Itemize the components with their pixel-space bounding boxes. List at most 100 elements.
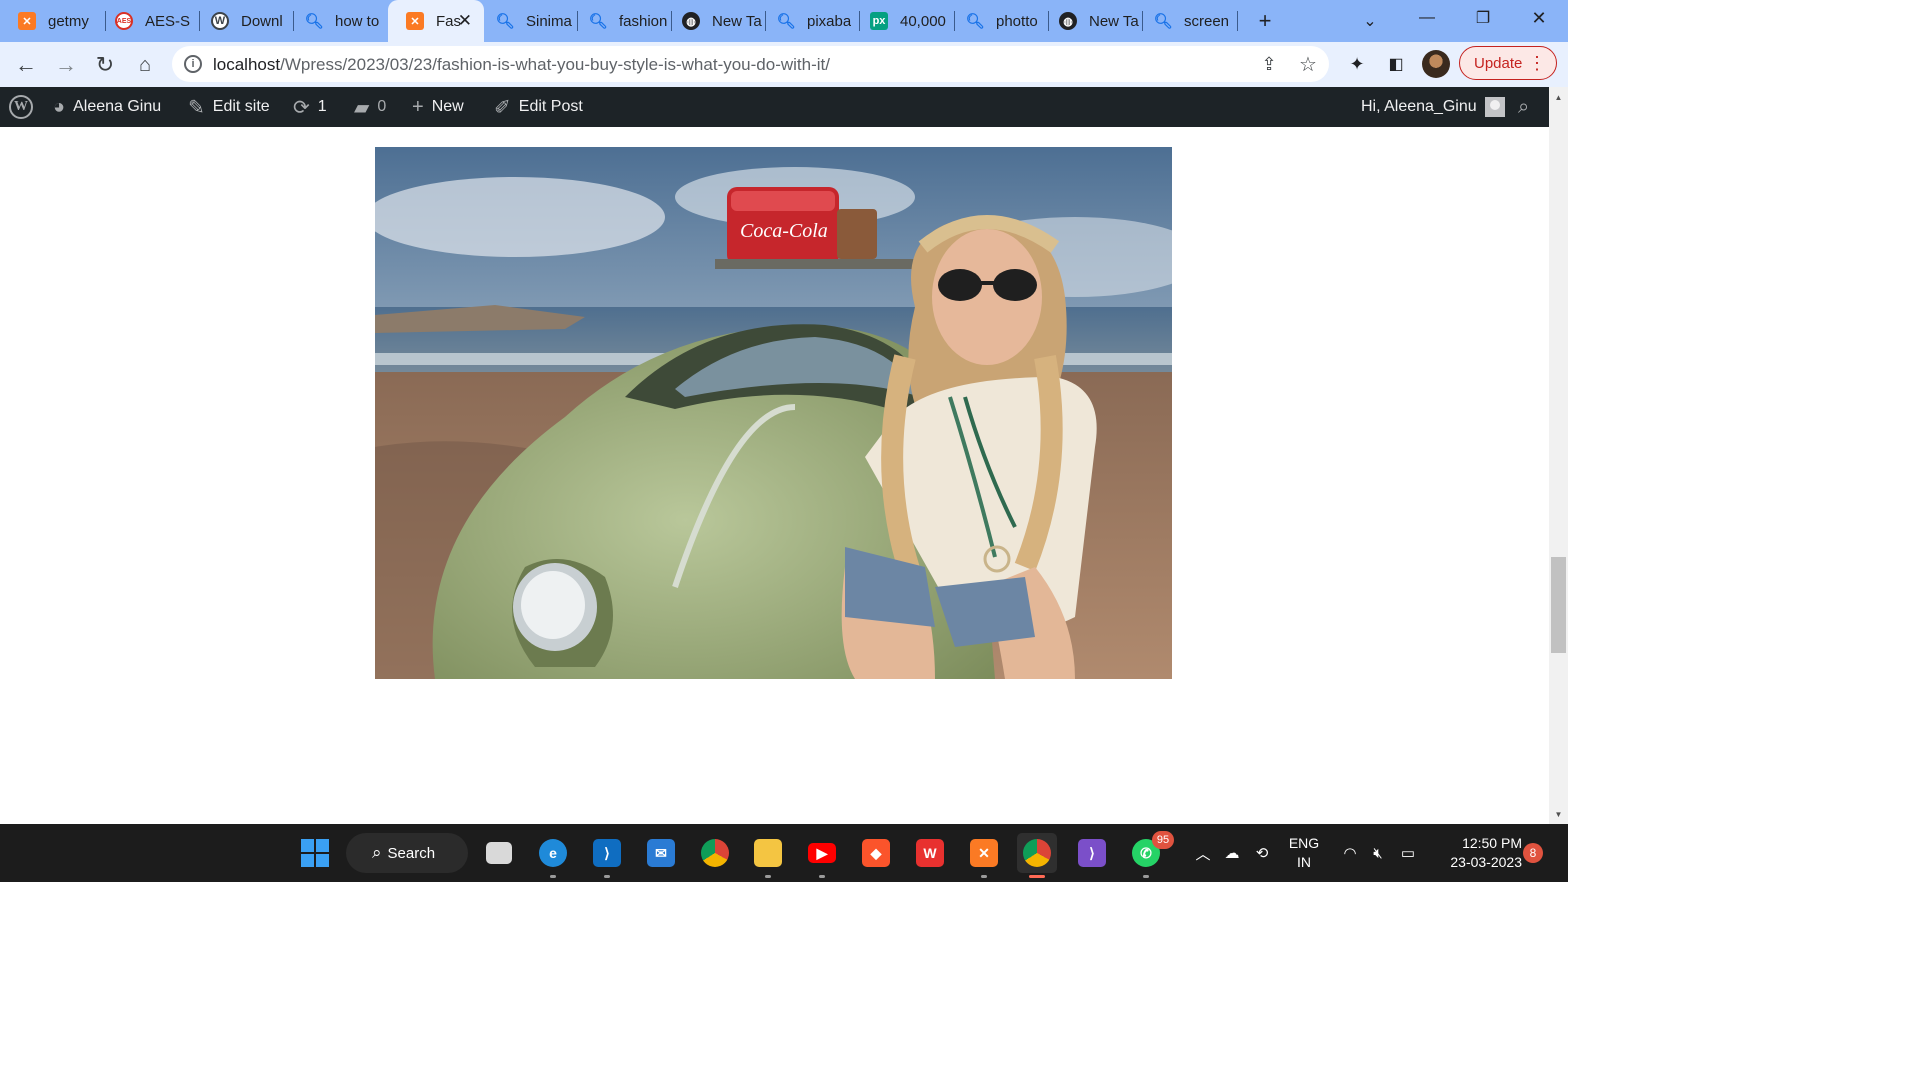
taskbar-mail[interactable]: ✉ [641,833,681,873]
post-content: Coca-Cola [0,127,1549,824]
scroll-down-arrow-icon[interactable]: ▼ [1549,806,1568,822]
volume-muted-icon[interactable]: 🔇︎ [1366,824,1390,882]
taskbar-visual-studio[interactable]: ⟩ [1072,833,1112,873]
edge-icon: e [539,839,567,867]
new-content-menu[interactable]: + New [412,87,464,127]
extensions-puzzle-icon[interactable]: ✦ [1343,50,1371,78]
task-view-button[interactable] [479,833,519,873]
sync-icon[interactable]: ⟲ [1250,824,1274,882]
chrome-icon [701,839,729,867]
tab-getmy[interactable]: ✕ getmy [0,0,104,42]
tab-search-chevron-icon[interactable]: ⌄ [1357,8,1383,34]
search-icon: 🔍︎ [776,13,796,30]
start-button[interactable] [295,833,335,873]
tab-pixabay[interactable]: 🔍︎ pixaba [759,0,855,42]
tab-how-to[interactable]: 🔍︎ how to [287,0,387,42]
battery-icon[interactable]: ▭ [1396,824,1420,882]
forward-arrow-icon[interactable]: → [51,50,81,80]
edit-post-label: Edit Post [518,98,583,115]
vscode-icon: ⟩ [593,839,621,867]
url-path: /Wpress/2023/03/23/fashion-is-what-you-b… [280,55,830,74]
site-info-icon[interactable]: i [184,55,202,73]
running-indicator [604,875,610,878]
site-name-menu[interactable]: ◕ Aleena Ginu [53,87,161,127]
wifi-icon[interactable]: ◠ [1338,824,1362,882]
tab-fashion-active[interactable]: ✕ Fas ✕ [388,0,484,42]
wp-menu[interactable]: W [9,87,33,127]
tab-pexels[interactable]: px 40,000 [852,0,952,42]
new-label: New [431,98,464,115]
onedrive-cloud-icon[interactable]: ☁ [1220,824,1244,882]
notification-badge[interactable]: 8 [1523,843,1543,863]
taskbar-xampp[interactable]: ✕ [964,833,1004,878]
brave-icon: ◆ [862,839,890,867]
share-icon[interactable]: ⇪ [1257,52,1281,76]
search-icon: 🔍︎ [588,13,608,30]
taskbar-youtube[interactable]: ▶ [802,833,842,878]
show-hidden-icons-chevron-icon[interactable]: ︿ [1192,824,1214,882]
scroll-thumb[interactable] [1551,557,1566,653]
admin-search[interactable]: ⌕ [1518,87,1529,127]
search-icon: 🔍︎ [495,13,515,30]
taskbar-edge[interactable]: e [533,833,573,878]
tab-title: photto [996,12,1038,30]
tab-title: 40,000 [900,12,946,30]
reload-icon[interactable]: ↻ [90,50,120,80]
side-panel-icon[interactable]: ◧ [1382,50,1410,78]
taskbar-search[interactable]: ⌕ Search [346,833,468,873]
tab-download[interactable]: W Downl [193,0,293,42]
update-button[interactable]: Update ⋮ [1459,46,1557,80]
home-icon[interactable]: ⌂ [130,50,160,80]
edit-post-link[interactable]: ✐ Edit Post [494,87,583,127]
taskbar-file-explorer[interactable] [748,833,788,878]
updates-link[interactable]: ⟳ 1 [293,87,327,127]
window-close-icon[interactable]: ✕ [1511,0,1567,36]
my-account-menu[interactable]: Hi, Aleena_Ginu [1361,87,1505,127]
tab-new-tab-2[interactable]: ◍ New Ta [1041,0,1141,42]
page-scrollbar[interactable]: ▲ ▼ [1549,87,1568,824]
edit-site-link[interactable]: ✎ Edit site [188,87,270,127]
search-icon: ⌕ [1518,95,1530,118]
running-indicator [550,875,556,878]
taskbar-wps[interactable]: W [910,833,950,873]
minimize-icon[interactable]: — [1399,0,1455,36]
taskbar-whatsapp[interactable]: ✆ 95 [1126,831,1174,878]
url-text[interactable]: localhost/Wpress/2023/03/23/fashion-is-w… [213,55,830,75]
tab-aes[interactable]: AES AES-S [97,0,197,42]
tab-fashion-search[interactable]: 🔍︎ fashion [571,0,667,42]
comments-link[interactable]: ▰ 0 [354,87,386,127]
taskbar-vscode[interactable]: ⟩ [587,833,627,878]
address-bar[interactable]: i localhost/Wpress/2023/03/23/fashion-is… [172,46,1329,82]
close-tab-icon[interactable]: ✕ [458,11,472,31]
tab-separator [1237,11,1238,31]
more-menu-icon[interactable]: ⋮ [1528,53,1546,73]
update-label: Update [1474,54,1523,72]
whatsapp-badge: 95 [1152,831,1174,849]
language-indicator[interactable]: ENG IN [1286,834,1322,872]
tab-new-tab-1[interactable]: ◍ New Ta [664,0,762,42]
bookmark-star-icon[interactable]: ☆ [1296,52,1320,76]
updates-count: 1 [317,98,327,115]
taskbar-chrome[interactable] [695,833,735,873]
new-tab-plus-icon[interactable]: + [1252,8,1278,34]
svg-text:Coca-Cola: Coca-Cola [740,220,828,242]
tab-photto[interactable]: 🔍︎ photto [948,0,1044,42]
back-arrow-icon[interactable]: ← [11,50,41,80]
taskbar-chrome-profile[interactable] [1017,833,1057,878]
profile-avatar[interactable] [1422,50,1450,78]
tab-screen[interactable]: 🔍︎ screen [1136,0,1236,42]
edit-site-label: Edit site [212,98,270,115]
tab-title: New Ta [712,12,762,30]
clock[interactable]: 12:50 PM 23-03-2023 [1432,834,1522,872]
restore-icon[interactable]: ❐ [1455,0,1511,36]
scroll-up-arrow-icon[interactable]: ▲ [1549,89,1568,105]
xampp-icon: ✕ [970,839,998,867]
taskbar-brave[interactable]: ◆ [856,833,896,873]
tab-title: how to [335,12,380,30]
comments-count: 0 [377,98,387,115]
search-icon: 🔍︎ [1153,13,1173,30]
tab-sinima[interactable]: 🔍︎ Sinima [478,0,578,42]
visual-studio-icon: ⟩ [1078,839,1106,867]
xampp-icon: ✕ [18,12,36,30]
wordpress-icon: W [211,12,229,30]
